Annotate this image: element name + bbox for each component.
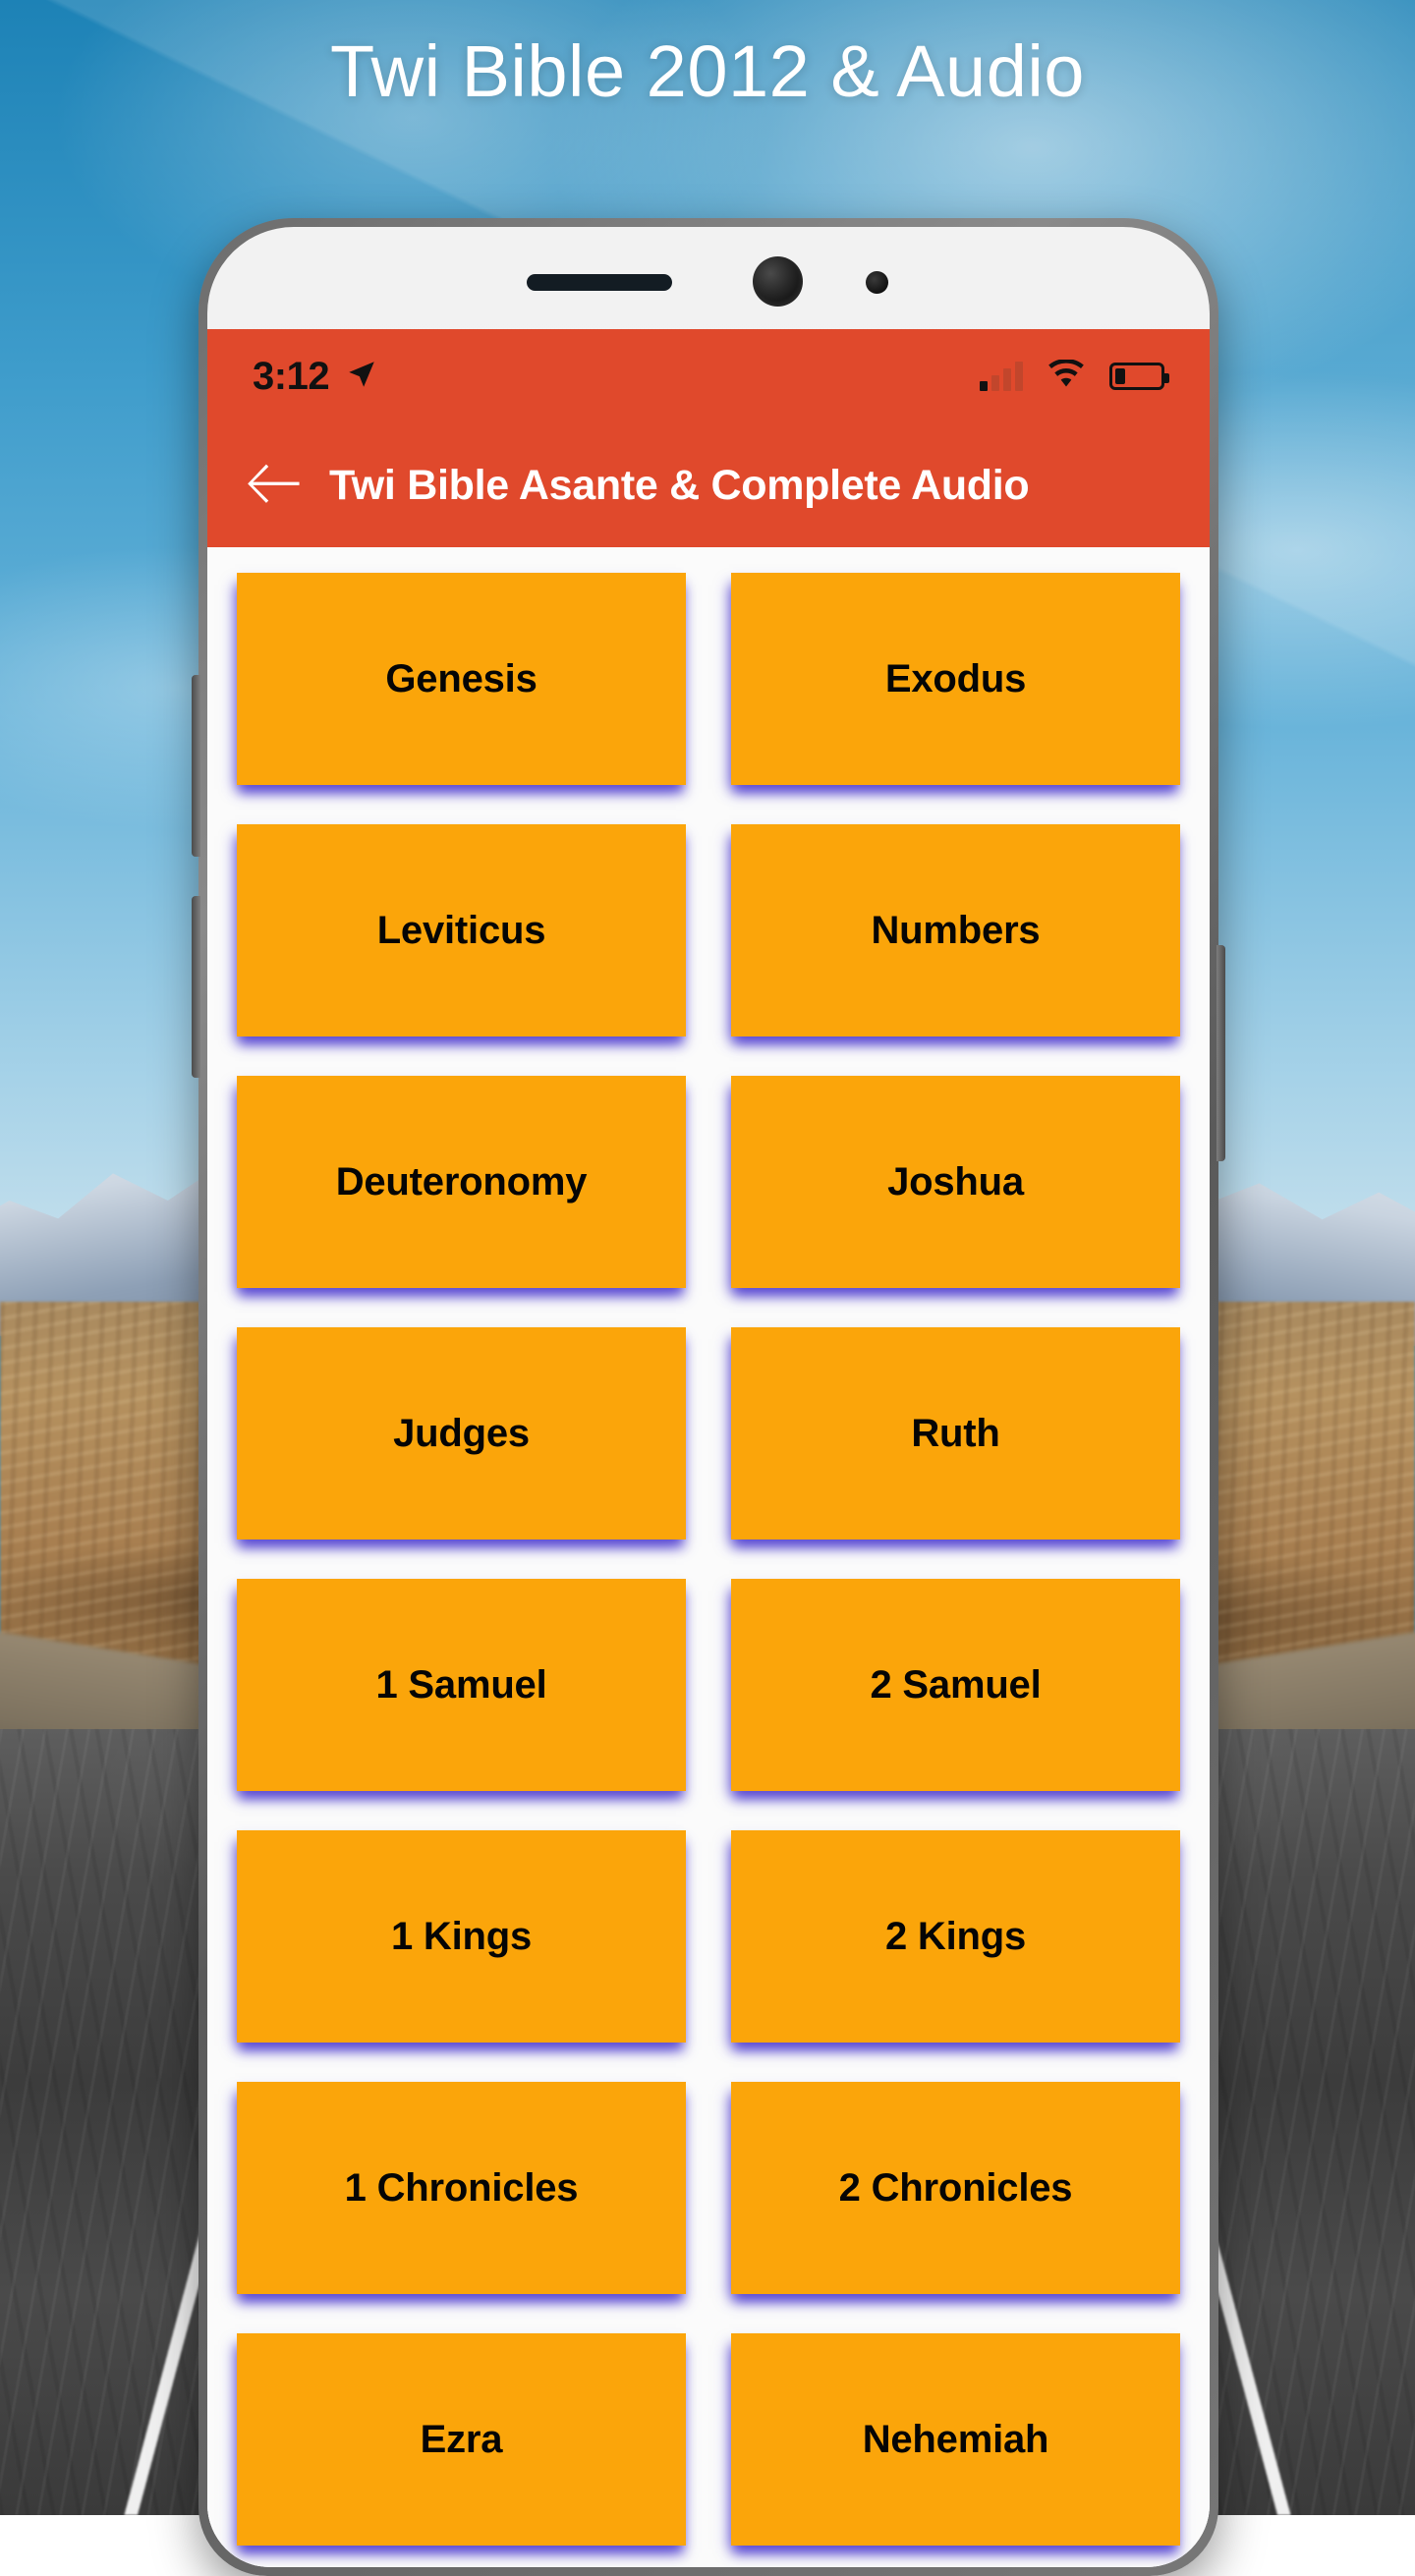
book-button[interactable]: Exodus: [731, 573, 1180, 785]
book-button[interactable]: 2 Kings: [731, 1830, 1180, 2043]
volume-up-button[interactable]: [192, 675, 200, 857]
book-button[interactable]: Judges: [237, 1327, 686, 1540]
phone-mockup: 3:12 Twi Bible Asante & Complete Audio G…: [192, 218, 1225, 2576]
phone-body: 3:12 Twi Bible Asante & Complete Audio G…: [207, 227, 1210, 2567]
book-button[interactable]: Leviticus: [237, 824, 686, 1036]
status-bar-time: 3:12: [253, 354, 330, 398]
book-button[interactable]: 1 Samuel: [237, 1579, 686, 1791]
volume-down-button[interactable]: [192, 896, 200, 1078]
book-button[interactable]: Joshua: [731, 1076, 1180, 1288]
book-button[interactable]: Genesis: [237, 573, 686, 785]
cellular-signal-icon: [980, 362, 1023, 391]
book-button[interactable]: 2 Chronicles: [731, 2082, 1180, 2294]
status-bar: 3:12: [207, 329, 1210, 423]
book-button[interactable]: 2 Samuel: [731, 1579, 1180, 1791]
book-button[interactable]: Deuteronomy: [237, 1076, 686, 1288]
location-arrow-icon: [345, 358, 378, 396]
book-list-scroll-area[interactable]: Genesis Exodus Leviticus Numbers Deuteronomy…: [207, 547, 1210, 2567]
book-grid: Genesis Exodus Leviticus Numbers Deuteronomy…: [237, 573, 1180, 2546]
earpiece-speaker-icon: [527, 274, 672, 291]
app-bar-title: Twi Bible Asante & Complete Audio: [329, 461, 1030, 509]
book-button[interactable]: 1 Chronicles: [237, 2082, 686, 2294]
front-camera-icon: [753, 256, 803, 307]
app-bar: Twi Bible Asante & Complete Audio: [207, 423, 1210, 547]
phone-screen: 3:12 Twi Bible Asante & Complete Audio G…: [207, 329, 1210, 2567]
battery-low-icon: [1109, 363, 1169, 390]
book-button[interactable]: Ezra: [237, 2333, 686, 2546]
power-button[interactable]: [1217, 945, 1225, 1161]
back-arrow-icon[interactable]: [247, 462, 304, 510]
proximity-sensor-icon: [866, 271, 888, 294]
book-button[interactable]: Ruth: [731, 1327, 1180, 1540]
book-button[interactable]: Numbers: [731, 824, 1180, 1036]
book-button[interactable]: 1 Kings: [237, 1830, 686, 2043]
status-bar-left: 3:12: [253, 355, 378, 399]
page-title: Twi Bible 2012 & Audio: [330, 30, 1085, 112]
wifi-icon: [1047, 358, 1086, 394]
status-bar-right: [980, 358, 1169, 394]
book-button[interactable]: Nehemiah: [731, 2333, 1180, 2546]
